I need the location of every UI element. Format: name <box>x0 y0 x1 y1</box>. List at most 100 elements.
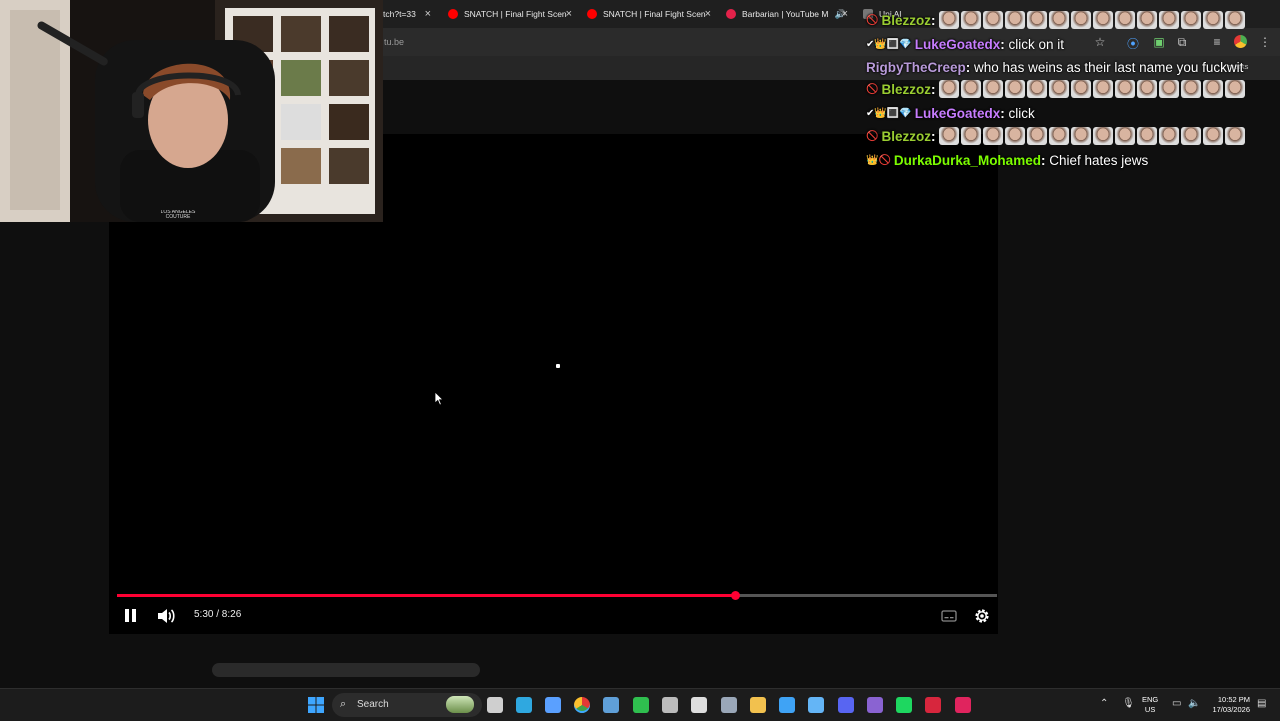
chat-emotes <box>939 127 1247 145</box>
chat-emote-icon <box>939 11 960 29</box>
discord-icon[interactable] <box>838 697 854 713</box>
chat-emote-icon <box>1159 11 1180 29</box>
app-ring-icon[interactable] <box>662 697 678 713</box>
chat-emote-icon <box>1115 80 1136 98</box>
epic-icon[interactable] <box>691 697 707 713</box>
chat-emote-icon <box>1137 80 1158 98</box>
chat-emote-icon <box>1071 127 1092 145</box>
language-indicator[interactable]: ENG US <box>1142 695 1158 715</box>
notifications-icon[interactable]: ▤ <box>1257 698 1266 709</box>
chrome-icon[interactable] <box>574 697 590 713</box>
chat-emote-icon <box>1093 11 1114 29</box>
chat-text: click on it <box>1008 36 1065 52</box>
chat-message: 🚫 Blezzoz: <box>866 78 1247 100</box>
network-icon[interactable]: ▭ <box>1172 698 1181 709</box>
system-clock[interactable]: 10:52 PM 17/03/2026 <box>1206 695 1250 715</box>
taskbar-search-box[interactable]: ⌕ Search <box>332 693 482 717</box>
gta-icon[interactable] <box>925 697 941 713</box>
chat-emote-icon <box>1225 127 1246 145</box>
tab-title: SNATCH | Final Fight Scen <box>464 9 567 19</box>
search-icon: ⌕ <box>340 698 347 710</box>
start-button[interactable] <box>308 697 324 713</box>
pause-icon <box>125 609 129 622</box>
chat-username: Blezzoz <box>881 12 931 28</box>
stream-chat-overlay: 🚫 Blezzoz: ✔👑🔳💎 LukeGoatedx: click on it… <box>866 0 1280 172</box>
chat-emote-icon <box>939 127 960 145</box>
browser-tab[interactable]: SNATCH | Final Fight Scen × <box>448 3 576 25</box>
chat-username: RigbyTheCreep <box>866 59 966 75</box>
app-purple-icon[interactable] <box>867 697 883 713</box>
close-icon[interactable]: × <box>842 8 848 20</box>
chat-emote-icon <box>1203 127 1224 145</box>
show-hidden-icons-chevron-icon[interactable]: ⌃ <box>1100 698 1108 709</box>
chat-message: RigbyTheCreep: who has weins as their la… <box>866 56 1243 78</box>
xbox-icon[interactable] <box>633 697 649 713</box>
browser-tab[interactable]: tch?t=33 × <box>383 3 435 25</box>
app-pink-icon[interactable] <box>955 697 971 713</box>
chat-username: LukeGoatedx <box>914 105 1001 121</box>
file-explorer-icon[interactable] <box>750 697 766 713</box>
captions-button[interactable] <box>941 609 957 622</box>
address-text[interactable]: tu.be <box>384 37 404 47</box>
browser-tab[interactable]: Barbarian | YouTube M 🔊 × <box>726 3 852 25</box>
speaker-icon[interactable]: 🔈 <box>1188 698 1200 709</box>
chat-emote-icon <box>1049 11 1070 29</box>
chat-badges: 🚫 <box>866 130 879 142</box>
chat-emote-icon <box>1027 11 1048 29</box>
spotify-icon[interactable] <box>896 697 912 713</box>
chat-emotes <box>939 11 1247 29</box>
chat-emote-icon <box>1225 11 1246 29</box>
youtube-favicon-icon <box>587 9 597 19</box>
tab-title: SNATCH | Final Fight Scen <box>603 9 706 19</box>
chat-text: click <box>1008 105 1035 121</box>
chat-emote-icon <box>1005 80 1026 98</box>
windows-taskbar: ⌕ Search ⌃ 🎙 ENG US ▭ 🔈 10:52 PM 17/03/2… <box>0 688 1280 721</box>
chat-badges: 👑🚫 <box>866 154 891 166</box>
task-view-icon[interactable] <box>487 697 503 713</box>
chat-emote-icon <box>1137 11 1158 29</box>
captions-icon <box>941 610 957 622</box>
microphone-icon[interactable]: 🎙 <box>1122 698 1135 709</box>
chat-message: 🚫 Blezzoz: <box>866 9 1247 31</box>
search-highlight-icon <box>446 696 474 713</box>
youtube-favicon-icon <box>448 9 458 19</box>
chat-emote-icon <box>1203 80 1224 98</box>
browser-tab[interactable]: SNATCH | Final Fight Scen × <box>587 3 715 25</box>
volume-button[interactable] <box>156 607 176 625</box>
app-blue-icon[interactable] <box>545 697 561 713</box>
chat-colon: : <box>965 59 975 75</box>
chat-emotes <box>939 80 1247 98</box>
chat-emote-icon <box>1181 11 1202 29</box>
chat-badges: 🚫 <box>866 83 879 95</box>
pause-button[interactable] <box>122 607 138 625</box>
chat-emote-icon <box>1115 11 1136 29</box>
settings-icon[interactable] <box>721 697 737 713</box>
chat-emote-icon <box>983 127 1004 145</box>
chat-message: ✔👑🔳💎 LukeGoatedx: click <box>866 102 1035 124</box>
close-icon[interactable]: × <box>566 8 572 20</box>
chat-emote-icon <box>1159 127 1180 145</box>
mouse-cursor-icon <box>434 391 444 406</box>
store-icon[interactable] <box>779 697 795 713</box>
chat-username: DurkaDurka_Mohamed <box>893 152 1041 168</box>
close-icon[interactable]: × <box>425 8 431 20</box>
folder-icon[interactable] <box>808 697 824 713</box>
chat-badges: ✔👑🔳💎 <box>866 38 912 50</box>
chat-emote-icon <box>1071 11 1092 29</box>
horizontal-scroll-thumb[interactable] <box>212 663 480 677</box>
chat-emote-icon <box>1093 127 1114 145</box>
settings-button[interactable] <box>973 607 991 625</box>
chat-emote-icon <box>1159 80 1180 98</box>
steam-icon[interactable] <box>603 697 619 713</box>
scrub-handle[interactable] <box>730 591 740 600</box>
chat-emote-icon <box>961 80 982 98</box>
edge-icon[interactable] <box>516 697 532 713</box>
chat-colon: : <box>1000 105 1009 121</box>
progress-bar[interactable] <box>117 591 997 600</box>
close-icon[interactable]: × <box>705 8 711 20</box>
progress-fill <box>117 594 735 597</box>
chat-text: Chief hates jews <box>1049 152 1149 168</box>
chat-emote-icon <box>1049 80 1070 98</box>
chat-colon: : <box>930 128 940 144</box>
chat-message: 👑🚫 DurkaDurka_Mohamed: Chief hates jews <box>866 149 1148 171</box>
